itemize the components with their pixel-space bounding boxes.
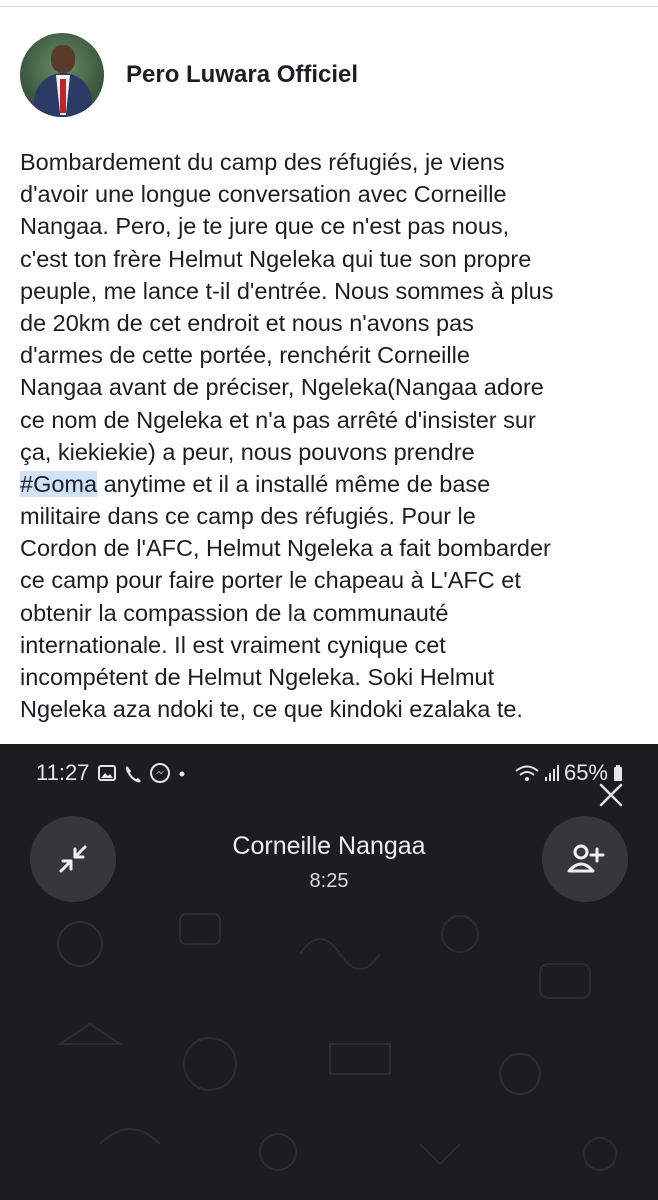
status-bar: 11:27 65% xyxy=(36,758,624,788)
post-line: d'armes de cette portée, renchérit Corne… xyxy=(20,342,470,369)
post-body: Bombardement du camp des réfugiés, je vi… xyxy=(20,146,650,725)
post-header: Pero Luwara Officiel xyxy=(20,32,358,118)
post-line: obtenir la compassion de la communauté xyxy=(20,599,449,626)
phone-icon xyxy=(126,766,142,783)
post-line: ça, kiekiekie) a peur, nous pouvons pren… xyxy=(20,438,475,465)
post-line: ce nom de Ngeleka et n'a pas arrêté d'in… xyxy=(20,406,536,433)
add-person-icon xyxy=(567,844,605,873)
background-pattern xyxy=(56,913,617,1171)
post-line: ce camp pour faire porter le chapeau à L… xyxy=(20,567,521,594)
post-line: Nangaa. Pero, je te jure que ce n'est pa… xyxy=(20,213,510,240)
post-line: Cordon de l'AFC, Helmut Ngeleka a fait b… xyxy=(20,535,551,562)
post-line: Nangaa avant de préciser, Ngeleka(Nangaa… xyxy=(20,374,544,401)
post-line: Ngeleka aza ndoki te, ce que kindoki eza… xyxy=(20,696,523,723)
avatar[interactable] xyxy=(20,33,104,117)
status-time: 11:27 xyxy=(36,760,90,785)
gallery-icon xyxy=(98,765,117,781)
post-line: c'est ton frère Helmut Ngeleka qui tue s… xyxy=(20,245,532,272)
post-line: incompétent de Helmut Ngeleka. Soki Helm… xyxy=(20,664,495,690)
hashtag-link[interactable]: #Goma xyxy=(20,470,98,497)
call-screenshot[interactable]: 11:27 65% Corneille Nangaa 8:25 xyxy=(0,744,658,1200)
post-line: internationale. Il est vraiment cynique … xyxy=(20,631,446,658)
add-person-button[interactable] xyxy=(542,816,628,902)
post-line: Bombardement du camp des réfugiés, je vi… xyxy=(20,149,505,175)
close-icon[interactable] xyxy=(596,780,626,810)
author-name[interactable]: Pero Luwara Officiel xyxy=(126,61,358,89)
messenger-icon xyxy=(150,763,171,783)
post-line: militaire dans ce camp des réfugiés. Pou… xyxy=(20,503,476,530)
dot-icon xyxy=(179,771,185,777)
post-line-rest: anytime et il a installé même de base xyxy=(103,470,491,497)
post-line: peuple, me lance t-il d'entrée. Nous som… xyxy=(20,277,554,304)
post-line: de 20km de cet endroit et nous n'avons p… xyxy=(20,309,474,336)
page: Pero Luwara Officiel Bombardement du cam… xyxy=(0,0,658,1200)
divider xyxy=(0,6,658,7)
post-line: d'avoir une longue conversation avec Cor… xyxy=(20,181,507,208)
post-line-with-hashtag: #Goma anytime et il a installé même de b… xyxy=(20,468,650,500)
signal-icon xyxy=(544,765,559,781)
wifi-icon xyxy=(515,765,539,781)
